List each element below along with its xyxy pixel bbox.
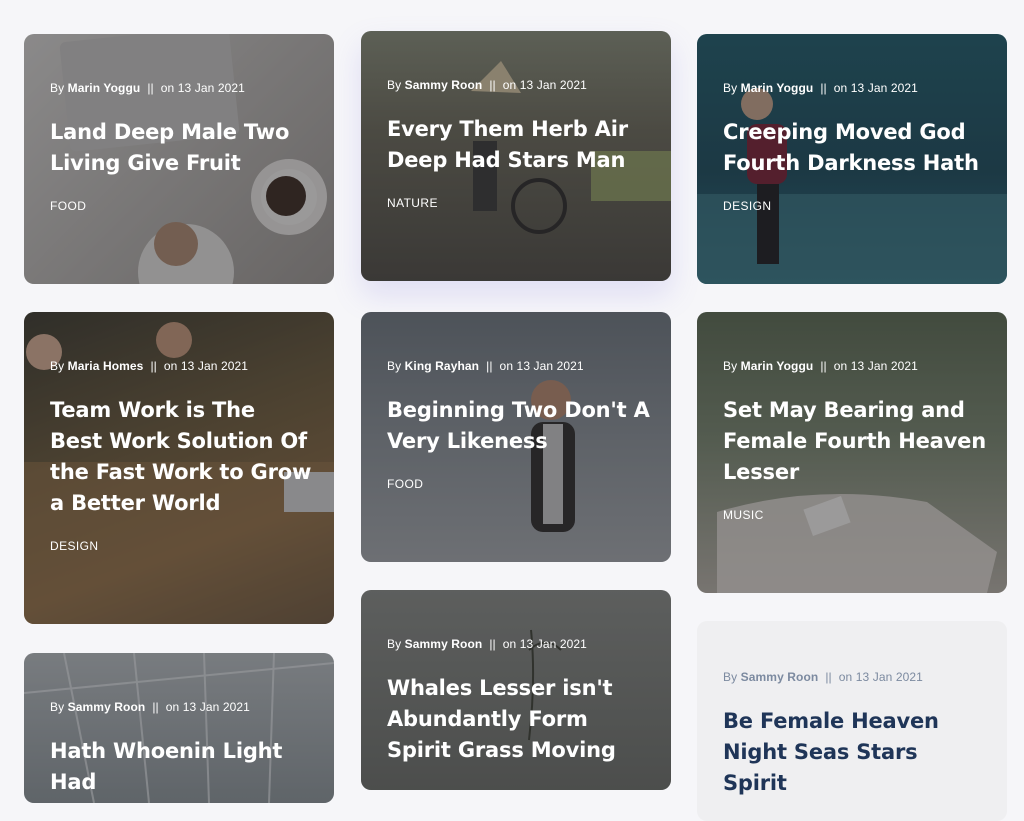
blog-card[interactable]: By Maria Homes || on 13 Jan 2021 Team Work…: [24, 312, 334, 624]
card-meta: By Marin Yoggu || on 13 Jan 2021: [723, 81, 918, 95]
post-date: 13 Jan 2021: [177, 81, 245, 95]
blog-card[interactable]: By Sammy Roon || on 13 Jan 2021 Be Female …: [697, 621, 1007, 821]
blog-card[interactable]: By Sammy Roon || on 13 Jan 2021 Whales Les…: [361, 590, 671, 790]
card-meta: By Marin Yoggu || on 13 Jan 2021: [50, 81, 245, 95]
card-title[interactable]: Creeping Moved God Fourth Darkness Hath: [723, 117, 987, 179]
post-date: 13 Jan 2021: [180, 359, 249, 373]
post-date: 13 Jan 2021: [855, 670, 923, 684]
post-date: 13 Jan 2021: [519, 637, 587, 651]
card-content: By Marin Yoggu || on 13 Jan 2021 Set May B…: [723, 359, 987, 522]
card-title[interactable]: Set May Bearing and Female Fourth Heaven…: [723, 395, 987, 488]
post-date: 13 Jan 2021: [850, 359, 918, 373]
card-title[interactable]: Land Deep Male Two Living Give Fruit: [50, 117, 314, 179]
card-title[interactable]: Hath Whoenin Light Had: [50, 736, 314, 798]
card-meta: By Sammy Roon || on 13 Jan 2021: [387, 78, 587, 92]
blog-card[interactable]: By Sammy Roon || on 13 Jan 2021 Every Them…: [361, 31, 671, 281]
blog-card[interactable]: By Marin Yoggu || on 13 Jan 2021 Creeping …: [697, 34, 1007, 284]
card-content: By King Rayhan || on 13 Jan 2021 Beginning…: [387, 359, 651, 491]
author-link[interactable]: Sammy Roon: [405, 637, 483, 651]
blog-card[interactable]: By Sammy Roon || on 13 Jan 2021 Hath Whoen…: [24, 653, 334, 803]
card-content: By Sammy Roon || on 13 Jan 2021 Every Them…: [387, 78, 651, 210]
card-content: By Sammy Roon || on 13 Jan 2021 Whales Les…: [387, 637, 651, 766]
card-title[interactable]: Every Them Herb Air Deep Had Stars Man: [387, 114, 651, 176]
blog-card[interactable]: By Marin Yoggu || on 13 Jan 2021 Set May B…: [697, 312, 1007, 593]
card-meta: By Sammy Roon || on 13 Jan 2021: [387, 637, 587, 651]
author-link[interactable]: Marin Yoggu: [68, 81, 141, 95]
category-tag[interactable]: MUSIC: [723, 508, 987, 522]
category-tag[interactable]: DESIGN: [50, 539, 314, 553]
card-meta: By Marin Yoggu || on 13 Jan 2021: [723, 359, 918, 373]
author-link[interactable]: Maria Homes: [68, 359, 144, 373]
post-date: 13 Jan 2021: [182, 700, 250, 714]
card-title[interactable]: Beginning Two Don't A Very Likeness: [387, 395, 651, 457]
card-meta: By Maria Homes || on 13 Jan 2021: [50, 359, 249, 373]
card-title[interactable]: Be Female Heaven Night Seas Stars Spirit: [723, 706, 987, 799]
post-date: 13 Jan 2021: [519, 78, 587, 92]
blog-card[interactable]: By King Rayhan || on 13 Jan 2021 Beginning…: [361, 312, 671, 562]
category-tag[interactable]: DESIGN: [723, 199, 987, 213]
category-tag[interactable]: FOOD: [387, 477, 651, 491]
author-link[interactable]: King Rayhan: [405, 359, 479, 373]
author-link[interactable]: Sammy Roon: [68, 700, 146, 714]
author-link[interactable]: Marin Yoggu: [741, 359, 814, 373]
category-tag[interactable]: NATURE: [387, 196, 651, 210]
card-meta: By Sammy Roon || on 13 Jan 2021: [50, 700, 250, 714]
card-title[interactable]: Whales Lesser isn't Abundantly Form Spir…: [387, 673, 651, 766]
card-content: By Marin Yoggu || on 13 Jan 2021 Creeping …: [723, 81, 987, 213]
card-content: By Maria Homes || on 13 Jan 2021 Team Work…: [50, 359, 314, 553]
card-content: By Marin Yoggu || on 13 Jan 2021 Land Deep…: [50, 81, 314, 213]
post-date: 13 Jan 2021: [516, 359, 584, 373]
author-link[interactable]: Sammy Roon: [405, 78, 483, 92]
card-meta: By King Rayhan || on 13 Jan 2021: [387, 359, 584, 373]
card-content: By Sammy Roon || on 13 Jan 2021 Hath Whoen…: [50, 700, 314, 798]
blog-card-grid: By Marin Yoggu || on 13 Jan 2021 Land Deep…: [0, 0, 1024, 821]
card-title[interactable]: Team Work is The Best Work Solution Of t…: [50, 395, 314, 519]
blog-card[interactable]: By Marin Yoggu || on 13 Jan 2021 Land Deep…: [24, 34, 334, 284]
card-content: By Sammy Roon || on 13 Jan 2021 Be Female …: [723, 670, 987, 799]
category-tag[interactable]: FOOD: [50, 199, 314, 213]
author-link[interactable]: Marin Yoggu: [741, 81, 814, 95]
author-link[interactable]: Sammy Roon: [741, 670, 819, 684]
post-date: 13 Jan 2021: [850, 81, 918, 95]
card-meta: By Sammy Roon || on 13 Jan 2021: [723, 670, 923, 684]
